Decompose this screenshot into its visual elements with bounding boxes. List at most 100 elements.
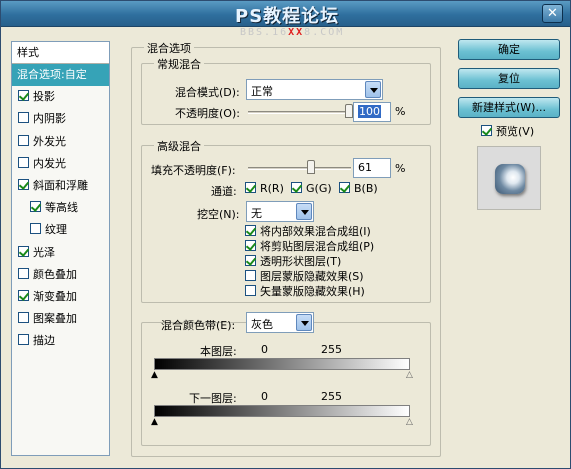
style-item[interactable]: 外发光 xyxy=(12,131,109,153)
style-item[interactable]: 光泽 xyxy=(12,242,109,264)
style-item[interactable]: 内发光 xyxy=(12,153,109,175)
fill-opacity-slider-thumb[interactable] xyxy=(306,160,315,174)
blend-options-title: 混合选项 xyxy=(144,40,194,56)
style-item-checkbox[interactable] xyxy=(18,134,29,146)
style-item-checkbox[interactable] xyxy=(18,178,29,190)
preview-swatch-icon xyxy=(495,164,525,194)
style-item-checkbox[interactable] xyxy=(18,334,29,346)
style-item-checkbox[interactable] xyxy=(18,289,29,301)
check-icon[interactable] xyxy=(245,240,256,251)
blend-mode-select[interactable]: 正常 xyxy=(246,79,383,100)
advanced-blend-title: 高级混合 xyxy=(154,138,204,154)
opacity-slider-thumb[interactable] xyxy=(345,104,353,118)
advanced-option-checkbox[interactable]: 将剪贴图层混合成组(P) xyxy=(245,238,374,254)
channel-r-checkbox[interactable]: R(R) xyxy=(245,182,284,195)
style-item-label: 等高线 xyxy=(45,201,78,215)
fill-opacity-label: 填充不透明度(F): xyxy=(151,164,236,177)
style-item[interactable]: 渐变叠加 xyxy=(12,286,109,308)
style-items: 混合选项:自定投影内阴影外发光内发光斜面和浮雕等高线纹理光泽颜色叠加渐变叠加图案… xyxy=(12,64,109,352)
new-style-button[interactable]: 新建样式(W)... xyxy=(458,97,560,118)
chevron-down-icon[interactable] xyxy=(365,81,381,98)
style-list-header: 样式 xyxy=(12,42,109,64)
advanced-option-label: 图层蒙版隐藏效果(S) xyxy=(260,270,364,283)
check-icon[interactable] xyxy=(245,225,256,236)
style-item-label: 内发光 xyxy=(33,156,66,170)
style-item-checkbox[interactable] xyxy=(18,112,29,124)
check-icon[interactable] xyxy=(339,182,350,193)
blend-if-group xyxy=(141,322,431,446)
underlying-layer-high: 255 xyxy=(321,390,342,403)
advanced-option-checkbox[interactable]: 将内部效果混合成组(I) xyxy=(245,223,371,239)
style-item-checkbox[interactable] xyxy=(18,312,29,324)
style-item-checkbox[interactable] xyxy=(18,267,29,279)
channel-g-checkbox[interactable]: G(G) xyxy=(291,182,332,195)
knockout-label: 挖空(N): xyxy=(197,208,240,221)
style-item-label: 斜面和浮雕 xyxy=(33,178,88,192)
style-item-label: 光泽 xyxy=(33,245,55,259)
opacity-slider-track[interactable] xyxy=(248,111,351,114)
knockout-value: 无 xyxy=(251,207,262,220)
style-item[interactable]: 投影 xyxy=(12,86,109,108)
this-layer-black-slider[interactable]: ▲ xyxy=(150,371,159,380)
style-item-checkbox[interactable] xyxy=(30,223,41,235)
style-item-label: 混合选项:自定 xyxy=(17,68,87,81)
style-item-label: 纹理 xyxy=(45,223,67,237)
style-item[interactable]: 混合选项:自定 xyxy=(12,64,109,87)
style-item[interactable]: 图案叠加 xyxy=(12,308,109,330)
this-layer-low: 0 xyxy=(261,343,268,356)
style-item[interactable]: 纹理 xyxy=(12,219,109,241)
blend-mode-value: 正常 xyxy=(251,85,273,98)
reset-button[interactable]: 复位 xyxy=(458,68,560,89)
knockout-select[interactable]: 无 xyxy=(246,201,314,222)
underlying-layer-low: 0 xyxy=(261,390,268,403)
opacity-input[interactable]: 100 xyxy=(353,102,391,122)
style-item-label: 图案叠加 xyxy=(33,312,77,326)
general-blend-title: 常规混合 xyxy=(154,56,204,72)
layer-style-dialog: PS教程论坛 ✕ BBS.16XX8.COM 样式 混合选项:自定投影内阴影外发… xyxy=(0,0,571,469)
advanced-option-label: 矢量蒙版隐藏效果(H) xyxy=(260,285,365,298)
style-item-label: 投影 xyxy=(33,90,55,104)
style-preview xyxy=(477,146,541,210)
style-item[interactable]: 斜面和浮雕 xyxy=(12,175,109,197)
check-icon[interactable] xyxy=(245,255,256,266)
close-icon[interactable]: ✕ xyxy=(542,4,563,23)
opacity-unit: % xyxy=(395,105,406,118)
opacity-label: 不透明度(O): xyxy=(175,107,240,120)
check-icon[interactable] xyxy=(245,182,256,193)
advanced-option-checkbox[interactable]: 透明形状图层(T) xyxy=(245,253,341,269)
style-item-checkbox[interactable] xyxy=(18,245,29,257)
watermark-text: BBS.16XX8.COM xyxy=(240,27,345,38)
advanced-option-checkbox[interactable]: 图层蒙版隐藏效果(S) xyxy=(245,268,364,284)
style-item-checkbox[interactable] xyxy=(18,90,29,102)
this-layer-white-slider[interactable]: △ xyxy=(405,371,414,380)
underlying-layer-black-slider[interactable]: ▲ xyxy=(150,418,159,427)
title-bar[interactable]: PS教程论坛 ✕ xyxy=(1,1,570,27)
channel-b-checkbox[interactable]: B(B) xyxy=(339,182,378,195)
advanced-option-label: 将剪贴图层混合成组(P) xyxy=(260,240,375,253)
this-layer-label: 本图层: xyxy=(200,345,237,358)
fill-opacity-slider-track[interactable] xyxy=(248,167,351,170)
blend-if-select[interactable]: 灰色 xyxy=(246,312,314,333)
check-icon[interactable] xyxy=(245,270,256,281)
underlying-layer-white-slider[interactable]: △ xyxy=(405,418,414,427)
advanced-option-checkbox[interactable]: 矢量蒙版隐藏效果(H) xyxy=(245,283,365,299)
style-item-label: 内阴影 xyxy=(33,112,66,126)
check-icon[interactable] xyxy=(245,285,256,296)
check-icon[interactable] xyxy=(291,182,302,193)
style-item-checkbox[interactable] xyxy=(18,156,29,168)
chevron-down-icon[interactable] xyxy=(296,314,312,331)
style-item-label: 渐变叠加 xyxy=(33,289,77,303)
preview-checkbox[interactable]: 预览(V) xyxy=(481,123,534,139)
this-layer-gradient xyxy=(154,358,410,370)
check-icon[interactable] xyxy=(481,125,492,136)
advanced-option-label: 透明形状图层(T) xyxy=(260,255,342,268)
fill-opacity-input[interactable]: 61 xyxy=(353,158,391,178)
style-item[interactable]: 等高线 xyxy=(12,197,109,219)
style-item[interactable]: 描边 xyxy=(12,330,109,352)
style-item-checkbox[interactable] xyxy=(30,201,41,213)
style-item[interactable]: 颜色叠加 xyxy=(12,264,109,286)
chevron-down-icon[interactable] xyxy=(296,203,312,220)
style-item[interactable]: 内阴影 xyxy=(12,108,109,130)
blend-mode-label: 混合模式(D): xyxy=(175,86,240,99)
ok-button[interactable]: 确定 xyxy=(458,39,560,60)
